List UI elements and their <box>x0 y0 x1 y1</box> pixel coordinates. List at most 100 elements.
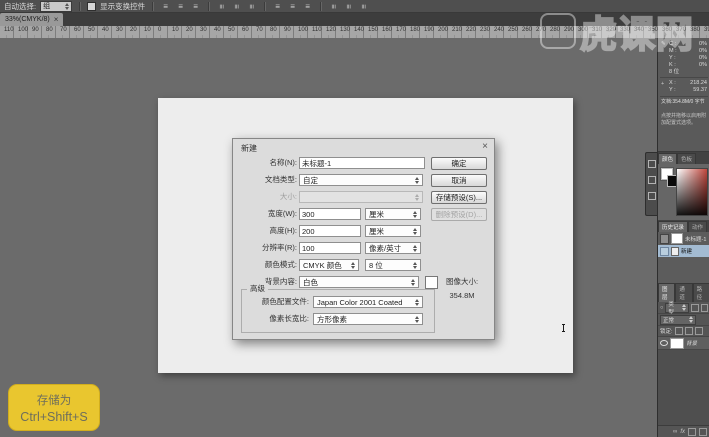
chevron-updown-icon <box>415 299 419 306</box>
tab-paths[interactable]: 路径 <box>693 283 709 302</box>
close-icon[interactable]: × <box>54 15 59 24</box>
color-gradient-field[interactable] <box>676 168 708 216</box>
name-input[interactable] <box>299 157 425 169</box>
cancel-button[interactable]: 取消 <box>431 174 487 187</box>
ruler-label: 0 <box>158 27 161 33</box>
save-preset-button[interactable]: 存储预设(S)... <box>431 191 487 204</box>
layer-fx-icon[interactable]: fx <box>680 429 685 435</box>
text-cursor <box>563 324 564 332</box>
history-source-checkbox[interactable] <box>660 247 669 256</box>
background-dropdown[interactable]: 白色 <box>299 276 419 288</box>
filter-type-dropdown[interactable]: 类型 <box>665 303 689 313</box>
add-mask-icon[interactable] <box>688 428 696 436</box>
align-bottom-icon[interactable]: ≡ <box>190 2 201 11</box>
ruler-label: 40 <box>102 27 109 33</box>
new-layer-icon[interactable] <box>699 428 707 436</box>
doc-type-dropdown[interactable]: 自定 <box>299 174 423 186</box>
blend-mode-dropdown[interactable]: 正常 <box>660 315 696 325</box>
visibility-eye-icon[interactable] <box>660 340 668 346</box>
height-input[interactable] <box>299 225 361 237</box>
panel-icon[interactable] <box>648 176 656 184</box>
chevron-updown-icon <box>415 194 419 201</box>
filter-icon[interactable] <box>691 304 698 312</box>
divider <box>208 2 209 11</box>
show-transform-checkbox[interactable] <box>87 2 96 11</box>
color-panel-tabs: 颜色 色板 <box>658 152 709 164</box>
ruler-label: 340 <box>634 27 644 33</box>
chevron-updown-icon <box>689 316 693 323</box>
delete-preset-button: 删除预设(D)... <box>431 208 487 221</box>
bit-depth-dropdown[interactable]: 8 位 <box>365 259 421 271</box>
align-hcenter-icon[interactable]: ≡ <box>232 1 241 12</box>
tab-swatches[interactable]: 色板 <box>677 153 696 164</box>
info-row: C :0% <box>669 41 707 48</box>
ruler-label: 110 <box>312 27 322 33</box>
layers-empty-area <box>658 350 709 425</box>
ruler-label: 50 <box>228 27 235 33</box>
tab-channels[interactable]: 通道 <box>675 283 692 302</box>
ruler-label: 160 <box>382 27 392 33</box>
snapshot-icon <box>660 234 669 244</box>
ruler-label: 80 <box>270 27 277 33</box>
align-left-icon[interactable]: ≡ <box>217 1 226 12</box>
width-unit-dropdown[interactable]: 厘米 <box>365 208 421 220</box>
filter-icon[interactable] <box>701 304 708 312</box>
ruler-label: 70 <box>256 27 263 33</box>
panel-icon[interactable] <box>648 160 656 168</box>
dialog-title: 新建 <box>241 143 257 154</box>
distribute-vcenter-icon[interactable]: ≡ <box>287 2 298 11</box>
align-vcenter-icon[interactable]: ≡ <box>175 2 186 11</box>
dialog-close-icon[interactable]: × <box>482 141 488 152</box>
lock-label: 锁定: <box>660 327 673 335</box>
ruler-label: 230 <box>480 27 490 33</box>
resolution-input[interactable] <box>299 242 361 254</box>
info-row: M :0% <box>669 48 707 55</box>
history-item-new[interactable]: 新建 <box>658 245 709 257</box>
layer-thumbnail[interactable] <box>670 338 684 349</box>
size-dropdown <box>299 191 423 203</box>
options-bar: 自动选择: 组 显示变换控件 ≡ ≡ ≡ ≡ ≡ ≡ ≡ ≡ ≡ ≡ ≡ ≡ <box>0 0 709 13</box>
resolution-unit-dropdown[interactable]: 像素/英寸 <box>365 242 421 254</box>
history-panel: 未标题-1 新建 <box>658 232 709 290</box>
layer-filter-row: ○ 类型 <box>658 302 709 314</box>
auto-select-dropdown[interactable]: 组 <box>40 1 72 12</box>
collapsed-panel-strip[interactable] <box>645 152 657 216</box>
blend-mode-row: 正常 <box>658 314 709 326</box>
distribute-hcenter-icon[interactable]: ≡ <box>344 1 353 12</box>
color-mode-dropdown[interactable]: CMYK 颜色 <box>299 259 359 271</box>
align-top-icon[interactable]: ≡ <box>160 2 171 11</box>
ok-button[interactable]: 确定 <box>431 157 487 170</box>
pixel-aspect-dropdown[interactable]: 方形像素 <box>313 313 423 325</box>
tab-color[interactable]: 颜色 <box>658 153 677 164</box>
height-unit-dropdown[interactable]: 厘米 <box>365 225 421 237</box>
ruler-label: 10 <box>144 27 151 33</box>
ruler-label: 220 <box>466 27 476 33</box>
ruler-label: 280 <box>550 27 560 33</box>
crosshair-icon: + <box>661 81 664 87</box>
ruler-label: 120 <box>326 27 336 33</box>
link-layers-icon[interactable]: ∞ <box>673 429 677 435</box>
distribute-left-icon[interactable]: ≡ <box>329 1 338 12</box>
ruler-label: 330 <box>620 27 630 33</box>
layers-panel-tabs: 图层 通道 路径 <box>658 290 709 302</box>
ruler-label: 10 <box>172 27 179 33</box>
layer-row-background[interactable]: 背景 <box>658 337 709 350</box>
tab-history[interactable]: 历史记录 <box>658 221 688 232</box>
info-hint-text: 点按并拖移以启用附加配置式选项。 <box>661 113 708 126</box>
history-item-snapshot[interactable]: 未标题-1 <box>658 232 709 245</box>
new-document-icon <box>671 247 679 256</box>
tab-actions[interactable]: 动作 <box>688 221 707 232</box>
distribute-bottom-icon[interactable]: ≡ <box>302 2 313 11</box>
align-right-icon[interactable]: ≡ <box>247 1 256 12</box>
ruler-label: 190 <box>424 27 434 33</box>
distribute-top-icon[interactable]: ≡ <box>272 2 283 11</box>
lock-all-icon[interactable] <box>695 327 703 335</box>
distribute-right-icon[interactable]: ≡ <box>359 1 368 12</box>
color-profile-dropdown[interactable]: Japan Color 2001 Coated <box>313 296 423 308</box>
canvas-area[interactable]: 新建 × 名称(N): 文档类型: 自定 大小: 宽度(W): 厘米 高度(H)… <box>0 38 657 437</box>
width-input[interactable] <box>299 208 361 220</box>
lock-transparency-icon[interactable] <box>675 327 683 335</box>
lock-pixels-icon[interactable] <box>685 327 693 335</box>
document-tab[interactable]: 33%(CMYK/8) × <box>0 13 63 26</box>
panel-icon[interactable] <box>648 192 656 200</box>
